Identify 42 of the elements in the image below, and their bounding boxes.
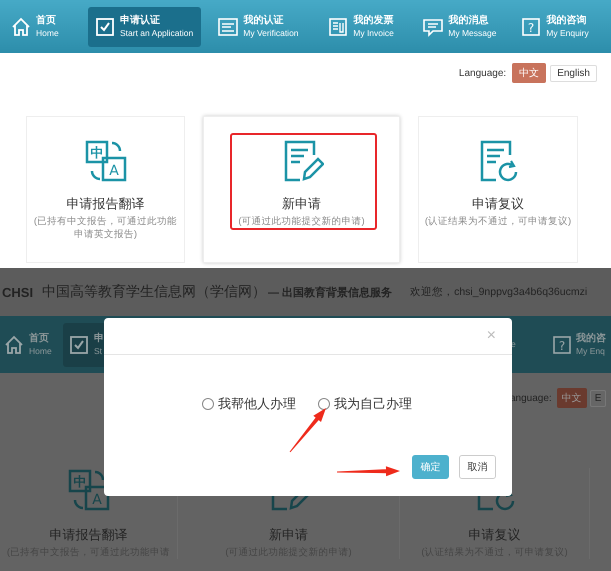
home-icon [10,16,32,38]
card-description: (已持有中文报告，可通过此功能申请英文报告) [32,215,178,241]
language-button[interactable]: 中文 [556,388,587,408]
nav-tab[interactable]: 首页 Home [3,324,63,364]
nav-tab[interactable]: 我的认证 My Verification [217,6,328,46]
nav-tab[interactable]: ? 我的咨询 My Enquiry [520,6,589,46]
nav-tab[interactable]: ? 我的咨 My Enq [551,324,606,364]
close-button[interactable]: × [482,327,500,345]
certificate-icon [217,16,240,38]
language-button[interactable]: English [550,64,597,82]
card-title: 申请复议 [472,195,524,213]
card[interactable]: 申请复议 (认证结果为不通过，可申请复议) [418,116,578,263]
radio-option[interactable]: 我帮他人办理 [202,395,296,413]
card-title: 申请复议 [468,526,520,544]
welcome-text: 欢迎您，chsi_9nppvg3a4b6q36ucmzi [410,285,588,299]
site-subtitle: — 出国教育背景信息服务 [268,285,392,300]
card-title: 新申请 [282,195,321,213]
home-icon [3,334,25,356]
card-description: (认证结果为不通过，可申请复议) [424,215,572,228]
nav-tab[interactable]: 申请认证 Start an Application [88,6,202,46]
help-icon: ? [520,16,542,38]
card-title: 申请报告翻译 [66,195,144,213]
language-button[interactable]: 中文 [512,63,546,83]
confirm-button[interactable]: 确定 [412,455,449,479]
language-label: anguage: [510,392,552,404]
logo-text: CHSI [1,284,34,300]
card-title: 新申请 [269,526,308,544]
site-title: 中国高等教育学生信息网（学信网） [42,283,266,301]
card-description: (可通过此功能提交新的申请) [237,215,366,228]
language-label: Language: [458,68,506,78]
nav-tab[interactable]: 我的消息 My Message [422,6,520,46]
card[interactable]: 中 A 申请报告翻译 (已持有中文报告，可通过此功能申请英文报告) [26,116,185,263]
nav-tab[interactable]: 我的发票 My Invoice [327,6,422,46]
card[interactable]: 新申请 (可通过此功能提交新的申请) [203,116,400,263]
nav-tab[interactable]: 首页 Home [10,6,88,46]
card-title: 申请报告翻译 [50,526,128,544]
language-button[interactable]: E [590,390,606,406]
cancel-button[interactable]: 取消 [459,455,496,479]
document-icon [327,16,350,38]
help-icon: ? [551,334,573,356]
checkbox-icon [94,16,116,38]
checkbox-icon [68,334,90,356]
